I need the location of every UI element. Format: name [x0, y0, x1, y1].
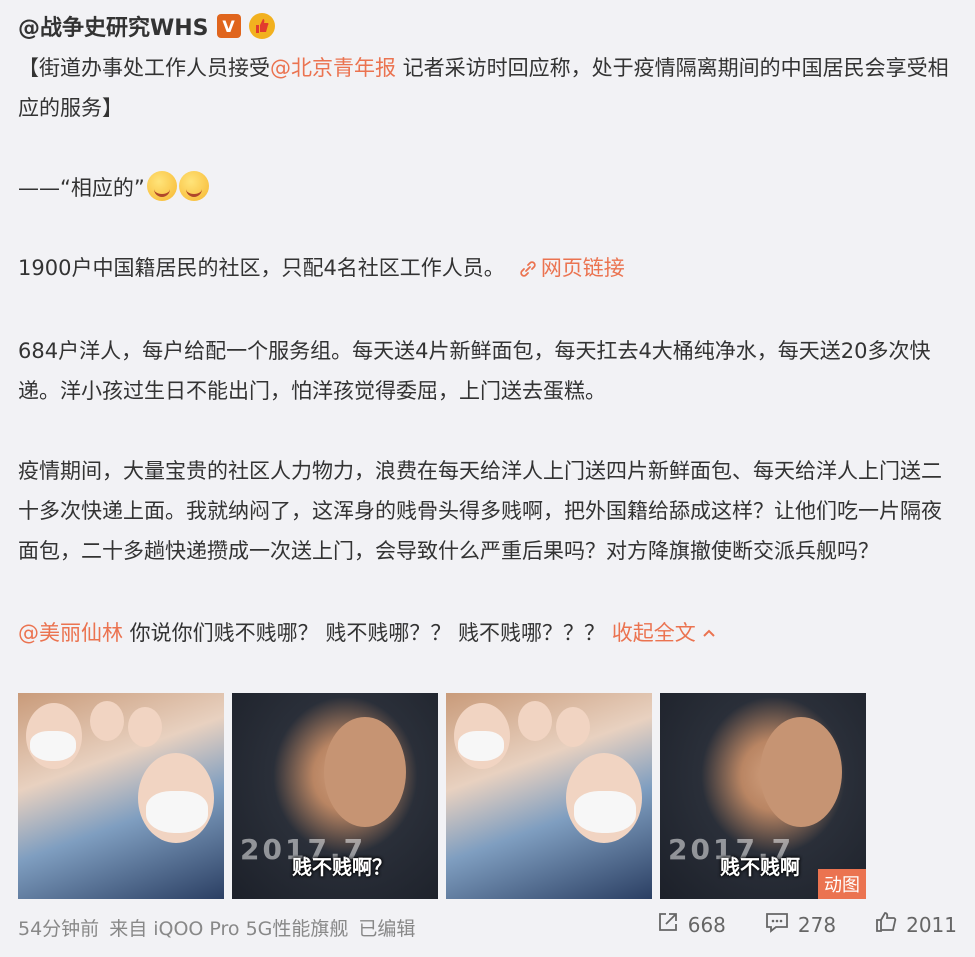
paragraph-foreigners: 684户洋人，每户给配一个服务组。每天送4片新鲜面包，每天扛去4大桶纯净水，每天…: [18, 339, 931, 403]
paragraph-mention: @美丽仙林 你说你们贱不贱哪？ 贱不贱哪？？ 贱不贱哪？？？ 收起全文: [18, 611, 958, 653]
repost-count: 668: [687, 912, 726, 937]
post-content: 【街道办事处工作人员接受@北京青年报 记者采访时回应称，处于疫情隔离期间的中国居…: [18, 48, 958, 653]
chevron-up-icon: [702, 611, 716, 651]
web-link[interactable]: 网页链接: [541, 256, 625, 280]
author-name[interactable]: @战争史研究WHS: [18, 10, 209, 42]
repost-button[interactable]: 668: [656, 910, 726, 939]
post-image-selfie[interactable]: [18, 693, 224, 899]
mention-link[interactable]: @美丽仙林: [18, 621, 123, 645]
paragraph-commentary: 疫情期间，大量宝贵的社区人力物力，浪费在每天给洋人上门送四片新鲜面包、每天给洋人…: [18, 459, 942, 563]
post-source: 来自 iQOO Pro 5G性能旗舰: [109, 918, 349, 940]
paragraph-headline: 【街道办事处工作人员接受@北京青年报 记者采访时回应称，处于疫情隔离期间的中国居…: [18, 56, 949, 120]
link-icon: [519, 251, 537, 291]
drool-emoji-icon: [178, 171, 209, 201]
post-meta: 54分钟前 来自 iQOO Pro 5G性能旗舰 已编辑: [18, 914, 415, 941]
collapse-button[interactable]: 收起全文: [612, 621, 716, 645]
like-button[interactable]: 2011: [874, 910, 957, 939]
gif-badge: 动图: [818, 869, 866, 899]
post-time[interactable]: 54分钟前: [18, 914, 99, 941]
image-caption: 贱不贱啊: [720, 855, 800, 879]
post-image-actor-gif[interactable]: 2017.7 贱不贱啊 动图: [660, 693, 866, 899]
like-count: 2011: [906, 912, 957, 937]
paragraph-quote: ——“相应的”: [18, 168, 958, 208]
image-grid: 2017.7 贱不贱啊？ 2017.7 贱不贱啊 动图: [18, 693, 866, 899]
verified-badge-icon: V: [216, 14, 241, 38]
comment-button[interactable]: 278: [764, 910, 836, 939]
comment-icon: [764, 910, 790, 939]
action-bar: 668 278 2011: [656, 910, 957, 939]
medal-icon: [248, 13, 275, 39]
mention-link[interactable]: @北京青年报: [270, 56, 396, 80]
thumbs-up-icon: [874, 910, 898, 939]
edited-label[interactable]: 已编辑: [358, 914, 415, 941]
post-image-actor[interactable]: 2017.7 贱不贱啊？: [232, 693, 438, 899]
post-header: @战争史研究WHS V: [18, 10, 275, 42]
share-icon: [656, 910, 680, 939]
image-caption: 贱不贱啊？: [292, 855, 392, 879]
post-image-selfie[interactable]: [446, 693, 652, 899]
paragraph-community: 1900户中国籍居民的社区，只配4名社区工作人员。 网页链接: [18, 248, 958, 291]
drool-emoji-icon: [146, 171, 177, 201]
comment-count: 278: [797, 912, 837, 937]
weibo-post: @战争史研究WHS V 【街道办事处工作人员接受@北京青年报 记者采访时回应称，…: [0, 0, 975, 957]
